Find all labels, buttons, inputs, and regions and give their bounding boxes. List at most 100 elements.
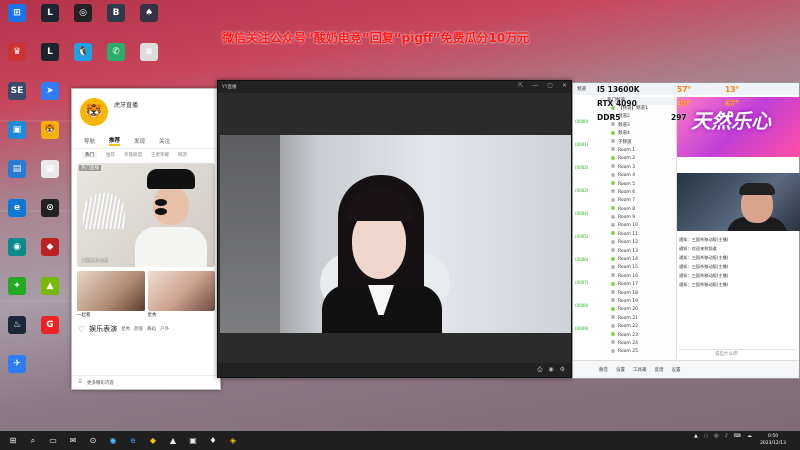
chat-input[interactable]: 说些什么吧 [679,349,797,359]
desktop-icon-3[interactable]: B [101,4,131,38]
desktop-icon-13[interactable]: 🐯 [35,121,65,155]
channel-row[interactable]: 子频道 [601,139,676,147]
minimize-icon[interactable]: — [532,82,538,89]
subtab-recommend[interactable]: 推荐 [106,152,115,158]
featured-stream[interactable]: 热门直播 三国杀移动版 [77,163,215,267]
host-camera[interactable] [677,173,800,231]
channel-row[interactable]: 频道3 [601,122,676,130]
tray-icon-6[interactable]: ☁ [747,433,752,439]
subtab-lol[interactable]: 英雄联盟 [124,152,142,158]
subtab-hot[interactable]: 热门 [82,152,97,158]
channel-row[interactable]: Room 6 [601,189,676,197]
app-icon-4[interactable]: ◆ [146,434,160,448]
channel-row[interactable]: Room 2 [601,155,676,163]
search-icon[interactable]: ⌕ [26,434,40,448]
desktop-icon-7[interactable]: 🐧 [68,43,98,77]
feedback-button[interactable]: 反馈 [655,367,664,373]
channel-row[interactable]: 频道2 [601,113,676,121]
desktop-icon-6[interactable]: L [35,43,65,77]
subtab-wzry[interactable]: 王者荣耀 [151,152,169,158]
channel-row[interactable]: Room 10 [601,222,676,230]
desktop-icon-5[interactable]: ♛ [2,43,32,77]
desktop-icon-2[interactable]: ◎ [68,4,98,38]
section-tab-2[interactable]: 颜值 [134,326,143,332]
app-icon-2[interactable]: ⊙ [86,434,100,448]
channel-row[interactable]: Room 4 [601,172,676,180]
settings-icon[interactable]: ⚙ [560,366,565,374]
task-view-icon[interactable]: ▭ [46,434,60,448]
channel-row[interactable]: Room 14 [601,256,676,264]
channel-row[interactable]: Room 19 [601,298,676,306]
app-icon-3[interactable]: ◉ [106,434,120,448]
app-icon-1[interactable]: ✉ [66,434,80,448]
desktop-icon-1[interactable]: L [35,4,65,38]
desktop-icon-12[interactable]: ▣ [2,121,32,155]
tray-icon-1[interactable]: ▲ [694,433,698,439]
close-icon[interactable]: ✕ [562,82,567,89]
channel-row[interactable]: 频道4 [601,130,676,138]
channel-row[interactable]: Room 9 [601,214,676,222]
desktop-icon-15[interactable]: ▦ [35,160,65,194]
channel-row[interactable]: Room 7 [601,197,676,205]
channel-row[interactable]: Room 16 [601,273,676,281]
toolbox-button[interactable]: 工具箱 [633,367,647,373]
desktop-icon-20[interactable]: ✦ [2,277,32,311]
section-tab-4[interactable]: 户外 [160,326,169,332]
tray-icon-3[interactable]: ◎ [714,433,718,439]
app-icon-6[interactable]: ▣ [186,434,200,448]
app-icon-8[interactable]: ◈ [226,434,240,448]
record-icon[interactable]: ◉ [548,366,553,374]
channel-row[interactable]: Room 12 [601,239,676,247]
desktop-icon-17[interactable]: ⊙ [35,199,65,233]
desktop-icon-10[interactable]: SE [2,82,32,116]
desktop-icon-14[interactable]: ▤ [2,160,32,194]
screenshot-icon[interactable]: ⎙ [538,366,543,374]
channel-row[interactable]: Room 17 [601,281,676,289]
desktop-icon-8[interactable]: ✆ [101,43,131,77]
section-tab-3[interactable]: 舞蹈 [147,326,156,332]
tray-icon-4[interactable]: ♪ [725,433,728,439]
desktop-icon-23[interactable]: G [35,316,65,350]
desktop-icon-19[interactable]: ◆ [35,238,65,272]
channel-row[interactable]: Room 25 [601,348,676,356]
stream-thumb-2[interactable] [147,271,215,311]
channel-row[interactable]: Room 22 [601,323,676,331]
tab-recommend[interactable]: 推荐 [109,136,121,146]
channel-row[interactable]: Room 20 [601,306,676,314]
section-tab-1[interactable]: 星秀 [121,326,130,332]
desktop-icon-24[interactable]: ✈ [2,355,32,389]
subtab-online[interactable]: 网游 [178,152,187,158]
channel-section[interactable]: 热门频道 [601,97,676,105]
settings-button-2[interactable]: 设置 [672,367,681,373]
desktop-icon-4[interactable]: ♠ [134,4,164,38]
desktop-icon-18[interactable]: ◉ [2,238,32,272]
app-icon-7[interactable]: ♦ [206,434,220,448]
desktop-icon-0[interactable]: ⊞ [2,4,32,38]
channel-row[interactable]: Room 11 [601,231,676,239]
channel-row[interactable]: Room 24 [601,340,676,348]
tab-nav[interactable]: 导航 [84,137,95,145]
user-avatar[interactable]: 🐯 [80,98,108,126]
start-icon[interactable]: ⊞ [6,434,20,448]
tab-discover[interactable]: 发现 [134,137,145,145]
desktop-icon-9[interactable]: ≡ [134,43,164,77]
channel-row[interactable]: Room 15 [601,264,676,272]
desktop-icon-21[interactable]: ▲ [35,277,65,311]
mute-button[interactable]: 静音 [599,367,608,373]
app-icon-5[interactable]: ▲ [166,434,180,448]
desktop-icon-11[interactable]: ➤ [35,82,65,116]
stream-thumb-1[interactable] [77,271,145,311]
video-player[interactable] [220,135,571,333]
channel-row[interactable]: Room 23 [601,332,676,340]
settings-button[interactable]: 设置 [616,367,625,373]
clock[interactable]: 0:50 2023/12/13 [760,433,786,447]
channel-row[interactable]: Room 8 [601,206,676,214]
channel-row[interactable]: Room 3 [601,164,676,172]
channel-row[interactable]: Room 13 [601,248,676,256]
channel-row[interactable]: Room 1 [601,147,676,155]
channel-row[interactable]: 【频道】频道1 [601,105,676,113]
menu-icon[interactable]: ☰ [78,380,82,385]
desktop-icon-16[interactable]: e [2,199,32,233]
tray-icon-5[interactable]: ⌨ [734,433,741,439]
bottom-link[interactable]: 更多精彩内容 [87,380,114,386]
